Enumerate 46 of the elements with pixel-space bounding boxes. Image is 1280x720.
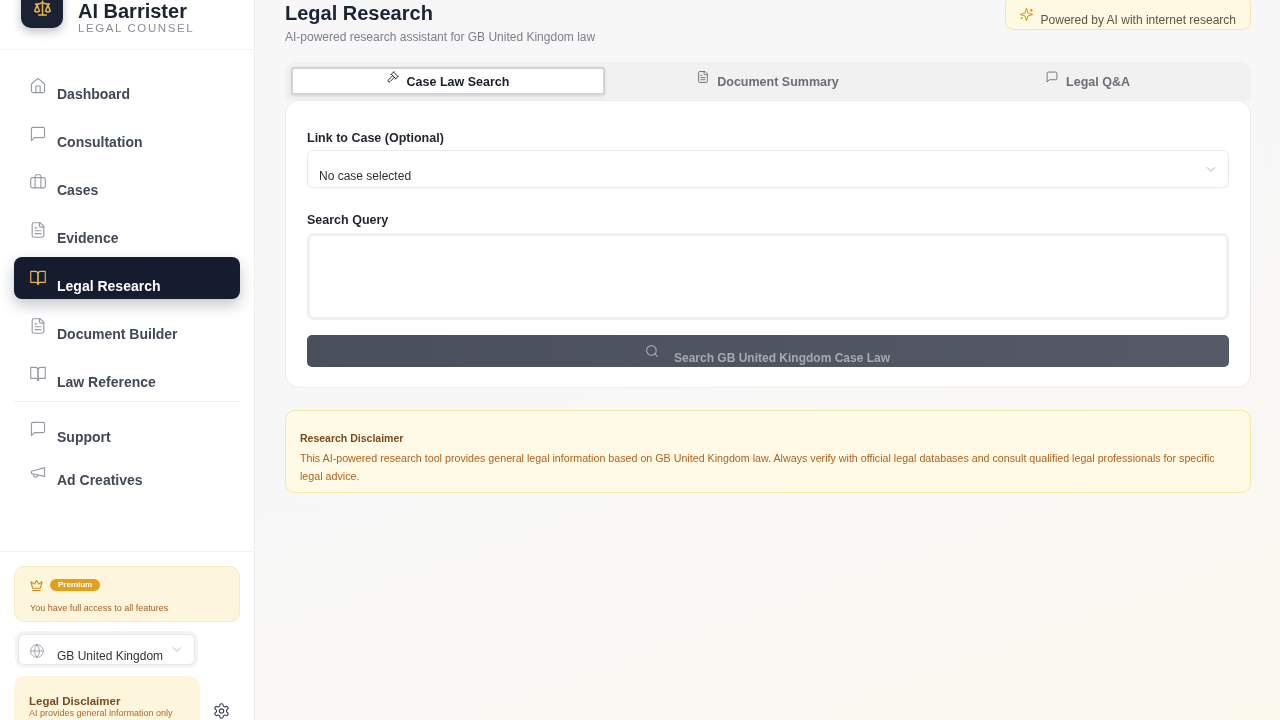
app-title: AI Barrister xyxy=(78,1,188,21)
sidebar-item[interactable]: Support xyxy=(14,408,240,450)
sidebar-item[interactable]: Document Builder xyxy=(14,305,240,347)
open-book-icon xyxy=(30,270,46,286)
chat-bubble-icon xyxy=(30,126,46,142)
info-badge-text: Powered by AI with internet research xyxy=(1040,13,1236,27)
tab[interactable]: Legal Q&A xyxy=(931,67,1245,95)
chat-bubble-icon xyxy=(1046,71,1059,83)
page-subtitle: AI-powered research assistant for GB United Kingdom law xyxy=(285,29,596,45)
home-icon xyxy=(30,78,46,94)
search-icon xyxy=(645,345,658,357)
document-icon xyxy=(30,222,46,238)
app-subtitle: LEGAL COUNSEL xyxy=(78,22,195,35)
chat-bubble-icon xyxy=(30,421,46,437)
sidebar-item[interactable]: Ad Creatives xyxy=(14,451,240,493)
premium-access-text: You have full access to all features xyxy=(30,602,170,614)
country-select[interactable]: GB United Kingdom xyxy=(18,634,195,665)
megaphone-icon xyxy=(30,464,46,480)
research-disclaimer-text: This AI-powered research tool provides general legal information based on GB United Kingdom law. Always verify with official legal databases and consult qualified legal professionals for specific legal advice. xyxy=(300,451,1216,484)
chevron-down-icon xyxy=(1206,167,1216,172)
sidebar-item[interactable]: Consultation xyxy=(14,113,240,155)
case-select[interactable]: No case selected xyxy=(307,150,1229,188)
document-icon xyxy=(697,71,710,83)
sidebar-item[interactable]: Law Reference xyxy=(14,353,240,395)
tab[interactable]: Document Summary xyxy=(611,67,925,95)
premium-badge: Premium xyxy=(50,579,101,591)
page-title: Legal Research xyxy=(285,1,434,25)
field-label: Link to Case (Optional) xyxy=(307,131,445,146)
settings-icon[interactable] xyxy=(214,703,229,719)
tab[interactable]: Case Law Search xyxy=(291,67,605,95)
crown-icon xyxy=(30,579,43,591)
research-disclaimer-title: Research Disclaimer xyxy=(300,431,405,445)
briefcase-icon xyxy=(30,174,46,190)
document-icon xyxy=(30,318,46,334)
sidebar-item[interactable]: Cases xyxy=(14,161,240,203)
legal-disclaimer-text: AI provides general information only xyxy=(29,708,174,719)
open-book-icon xyxy=(30,366,46,382)
sidebar-item[interactable]: Dashboard xyxy=(14,65,240,107)
sparkle-icon xyxy=(1019,8,1033,21)
globe-icon xyxy=(30,644,44,658)
field-label: Search Query xyxy=(307,213,390,228)
chevron-down-icon xyxy=(172,647,182,652)
sidebar-item[interactable]: Legal Research xyxy=(14,257,240,299)
sidebar-item[interactable]: Evidence xyxy=(14,209,240,251)
gavel-icon xyxy=(386,71,399,83)
legal-disclaimer-title: Legal Disclaimer xyxy=(29,694,122,708)
